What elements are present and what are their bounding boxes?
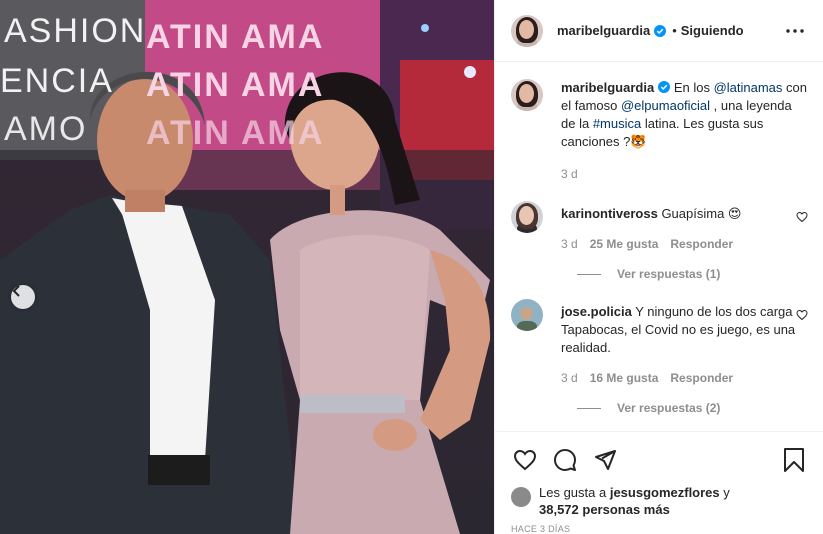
comment-time[interactable]: 3 d [561,235,578,253]
liker-avatar[interactable] [511,487,531,507]
mention-elpumaoficial[interactable]: @elpumaoficial [621,98,710,113]
author-avatar[interactable] [511,14,543,47]
likes-prefix: Les gusta a [539,485,610,500]
view-replies-label: Ver respuestas (2) [617,401,721,415]
following-button[interactable]: Siguiendo [681,23,744,38]
verified-badge-icon [658,81,671,93]
comment-icon [554,449,576,471]
sign-text-6: ATIN AMA [146,114,325,152]
sign-text-4: ATIN AMA [146,18,325,56]
carousel-prev-button[interactable] [11,285,35,309]
reply-button[interactable]: Responder [670,235,733,253]
action-buttons [511,440,808,480]
caption-time[interactable]: 3 d [561,165,578,183]
share-button[interactable] [591,446,619,474]
bookmark-icon [784,448,804,472]
photo-signage: ASHION ENCIA AMO ATIN AMA ATIN AMA ATIN … [0,0,494,190]
comment-time[interactable]: 3 d [561,369,578,387]
post-header: maribelguardia • Siguiendo [495,0,823,62]
sign-text-2: ENCIA [0,62,114,100]
post-photo[interactable]: ASHION ENCIA AMO ATIN AMA ATIN AMA ATIN … [0,0,494,534]
caption: maribelguardia En los @latinamas con el … [511,67,808,183]
like-button[interactable] [511,446,539,474]
comment-item: jose.policia Y ninguno de los dos carga … [511,287,808,387]
comment-body: Guapísima 😍 [657,206,742,221]
post-timestamp[interactable]: HACE 3 DÍAS [511,524,808,534]
comments-list[interactable]: maribelguardia En los @latinamas con el … [495,63,823,431]
likes-count[interactable]: 38,572 personas más [539,502,670,517]
comment-item: karinontiveross Guapísima 😍 3 d 25 Me gus… [511,189,808,253]
more-options-button[interactable] [783,19,807,43]
comment-username[interactable]: karinontiveross [561,206,658,221]
chevron-left-icon [12,285,20,297]
comment-text: jose.policia Y ninguno de los dos carga … [561,303,796,357]
replies-divider [577,273,601,275]
sign-text-1: ASHION [4,12,147,50]
comment-text: karinontiveross Guapísima 😍 [561,205,796,223]
sign-text-3: AMO [4,110,88,148]
sign-text-5: ATIN AMA [146,66,325,104]
caption-username[interactable]: maribelguardia [561,80,654,95]
view-replies-button[interactable]: Ver respuestas (2) [577,401,808,415]
author-username[interactable]: maribelguardia [557,23,650,38]
caption-text: maribelguardia En los @latinamas con el … [561,79,808,151]
comment-likes[interactable]: 25 Me gusta [590,235,659,253]
comment-likes[interactable]: 16 Me gusta [590,369,659,387]
likes-summary: Les gusta a jesusgomezflores y 38,572 per… [511,484,808,518]
send-icon [595,450,616,470]
header-separator: • [672,23,677,38]
caption-avatar[interactable] [511,79,543,111]
commenter-avatar[interactable] [511,299,543,331]
comment-username[interactable]: jose.policia [561,304,632,319]
likes-mid: y [719,485,730,500]
more-options-icon [786,28,804,33]
verified-badge-icon [654,24,667,37]
commenter-avatar[interactable] [511,201,543,233]
liker-username[interactable]: jesusgomezflores [610,485,720,500]
post-actions: Les gusta a jesusgomezflores y 38,572 per… [495,431,823,534]
likes-text: Les gusta a jesusgomezflores y 38,572 per… [539,484,730,518]
save-button[interactable] [780,446,808,474]
heart-icon [513,449,537,471]
mention-latinamas[interactable]: @latinamas [714,80,783,95]
view-replies-label: Ver respuestas (1) [617,267,721,281]
comment-button[interactable] [551,446,579,474]
comment-like-icon[interactable] [796,211,808,223]
hashtag-musica[interactable]: #musica [593,116,641,131]
caption-text-1: En los [670,80,714,95]
post-side-panel: maribelguardia • Siguiendo maribelguardi… [494,0,823,534]
view-replies-button[interactable]: Ver respuestas (1) [577,267,808,281]
reply-button[interactable]: Responder [670,369,733,387]
comment-like-icon[interactable] [796,309,808,321]
replies-divider [577,407,601,409]
